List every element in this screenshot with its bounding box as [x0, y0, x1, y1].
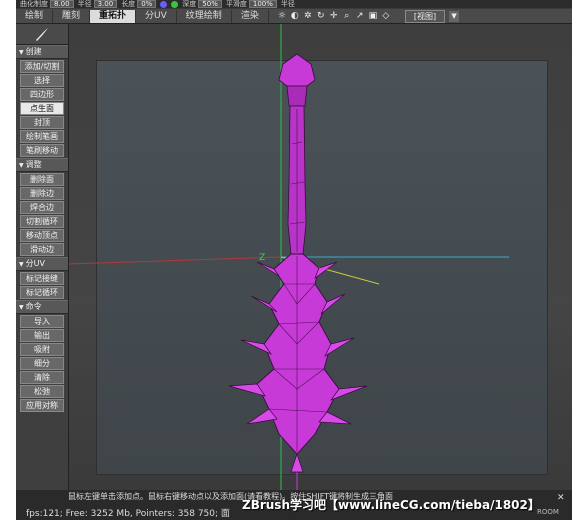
- add-cut-button[interactable]: 添加/切割: [20, 60, 64, 73]
- param-length[interactable]: 长度 0%: [121, 0, 157, 8]
- triangle-down-icon: ▼: [19, 162, 24, 169]
- rotate-icon[interactable]: ↻: [316, 11, 326, 21]
- param-strength[interactable]: 曲化制度 8.00: [20, 0, 74, 8]
- apply-symmetry-button[interactable]: 应用对称: [20, 399, 64, 412]
- 3d-viewport[interactable]: Z: [69, 24, 572, 490]
- status-bar: 鼠标左键单击添加点。鼠标右键移动点以及添加面(请看教程)。按住SHIFT键将制生…: [16, 490, 572, 520]
- close-icon[interactable]: ✕: [557, 493, 565, 503]
- brush-params-bar: 曲化制度 8.00 半径 3.00 长度 0% 深度 50% 平滑度 100% 半径: [16, 0, 572, 8]
- tab-retopo[interactable]: 重拓扑: [90, 9, 137, 23]
- app-frame: 曲化制度 8.00 半径 3.00 长度 0% 深度 50% 平滑度 100% 半径 绘制…: [16, 0, 572, 520]
- param-label: 长度: [121, 0, 136, 8]
- cube-icon[interactable]: ◇: [381, 11, 391, 21]
- section-title: 创建: [25, 47, 42, 56]
- move-vertex-button[interactable]: 移动顶点: [20, 229, 64, 242]
- axis-z-label: Z: [259, 253, 265, 263]
- mace-model[interactable]: Z: [69, 24, 572, 490]
- mace-collar: [286, 85, 308, 107]
- tab-render[interactable]: 渲染: [232, 9, 269, 23]
- param-radius-2[interactable]: 半径: [281, 0, 295, 8]
- triangle-down-icon: ▼: [19, 49, 24, 56]
- gear-icon[interactable]: ✲: [303, 11, 313, 21]
- draw-strokes-button[interactable]: 绘制笔画: [20, 130, 64, 143]
- color-ball-icon[interactable]: [160, 0, 168, 8]
- snap-button[interactable]: 吸附: [20, 343, 64, 356]
- view-menu[interactable]: [视图]: [404, 9, 446, 23]
- mark-loops-button[interactable]: 标记循环: [20, 286, 64, 299]
- param-value[interactable]: 0%: [137, 0, 157, 8]
- param-label: 半径: [280, 0, 295, 8]
- x-axis-line: [69, 256, 282, 265]
- param-label: 半径: [77, 0, 92, 8]
- section-commands[interactable]: ▼ 命令: [16, 300, 68, 314]
- contrast-icon[interactable]: ◐: [290, 11, 300, 21]
- spike: [290, 452, 304, 473]
- tool-panel: ▼ 创建 添加/切割 选择 四边形 点生面 封顶 绘制笔画 笔刷移动 ▼ 调整 删除…: [16, 24, 69, 510]
- relax-button[interactable]: 松弛: [20, 385, 64, 398]
- brush-move-button[interactable]: 笔刷移动: [20, 144, 64, 157]
- cap-button[interactable]: 封顶: [20, 116, 64, 129]
- room-label: ROOM: [537, 508, 559, 516]
- section-title: 调整: [25, 160, 42, 169]
- points-to-faces-button[interactable]: 点生面: [20, 102, 64, 115]
- mark-seams-button[interactable]: 标记接缝: [20, 272, 64, 285]
- quads-button[interactable]: 四边形: [20, 88, 64, 101]
- room-tab-bar: 绘制 雕刻 重拓扑 分UV 纹理绘制 渲染 ☼ ◐ ✲ ↻ ✛ ⌕ ↗ ▣ ◇ …: [16, 9, 572, 24]
- section-title: 命令: [25, 302, 42, 311]
- chevron-down-icon[interactable]: ▼: [449, 10, 460, 22]
- triangle-down-icon: ▼: [19, 261, 24, 268]
- delete-edges-button[interactable]: 删除边: [20, 187, 64, 200]
- param-depth[interactable]: 深度 50%: [182, 0, 222, 8]
- section-uv[interactable]: ▼ 分UV: [16, 257, 68, 271]
- param-radius[interactable]: 半径 3.00: [78, 0, 118, 8]
- section-title: 分UV: [25, 259, 45, 268]
- mace-head-cap: [278, 53, 316, 87]
- watermark-text: ZBrush学习吧【www.lineCG.com/tieba/1802】: [242, 498, 540, 512]
- param-label: 深度: [182, 0, 197, 8]
- viewport-toolbar: ☼ ◐ ✲ ↻ ✛ ⌕ ↗ ▣ ◇: [277, 11, 391, 21]
- subdivide-button[interactable]: 细分: [20, 357, 64, 370]
- frame-icon[interactable]: ▣: [368, 11, 378, 21]
- export-button[interactable]: 输出: [20, 329, 64, 342]
- sun-icon[interactable]: ☼: [277, 11, 287, 21]
- weld-edges-button[interactable]: 焊合边: [20, 201, 64, 214]
- tab-uv[interactable]: 分UV: [136, 9, 177, 23]
- status-stats: fps:121; Free: 3252 Mb, Pointers: 358 75…: [26, 509, 230, 519]
- cut-loop-button[interactable]: 切割循环: [20, 215, 64, 228]
- fit-icon[interactable]: ↗: [355, 11, 365, 21]
- triangle-down-icon: ▼: [19, 304, 24, 311]
- param-label: 曲化制度: [20, 0, 48, 8]
- delete-faces-button[interactable]: 删除面: [20, 173, 64, 186]
- select-button[interactable]: 选择: [20, 74, 64, 87]
- tab-paint[interactable]: 绘制: [16, 9, 54, 23]
- section-create[interactable]: ▼ 创建: [16, 45, 68, 59]
- tab-texture-paint[interactable]: 纹理绘制: [177, 9, 232, 23]
- slide-edge-button[interactable]: 滑动边: [20, 243, 64, 256]
- zoom-icon[interactable]: ⌕: [342, 11, 352, 21]
- import-button[interactable]: 导入: [20, 315, 64, 328]
- clear-button[interactable]: 清除: [20, 371, 64, 384]
- param-label: 平滑度: [225, 0, 247, 8]
- param-smooth[interactable]: 平滑度 100%: [226, 0, 277, 8]
- move-icon[interactable]: ✛: [329, 11, 339, 21]
- tab-sculpt[interactable]: 雕刻: [53, 9, 91, 23]
- param-value[interactable]: 8.00: [50, 0, 74, 8]
- color-ball-icon[interactable]: [171, 0, 179, 8]
- brush-icon[interactable]: [16, 24, 68, 45]
- spike: [314, 261, 338, 279]
- param-value[interactable]: 100%: [248, 0, 277, 8]
- param-value[interactable]: 50%: [198, 0, 222, 8]
- param-value[interactable]: 3.00: [93, 0, 118, 8]
- section-adjust[interactable]: ▼ 调整: [16, 158, 68, 172]
